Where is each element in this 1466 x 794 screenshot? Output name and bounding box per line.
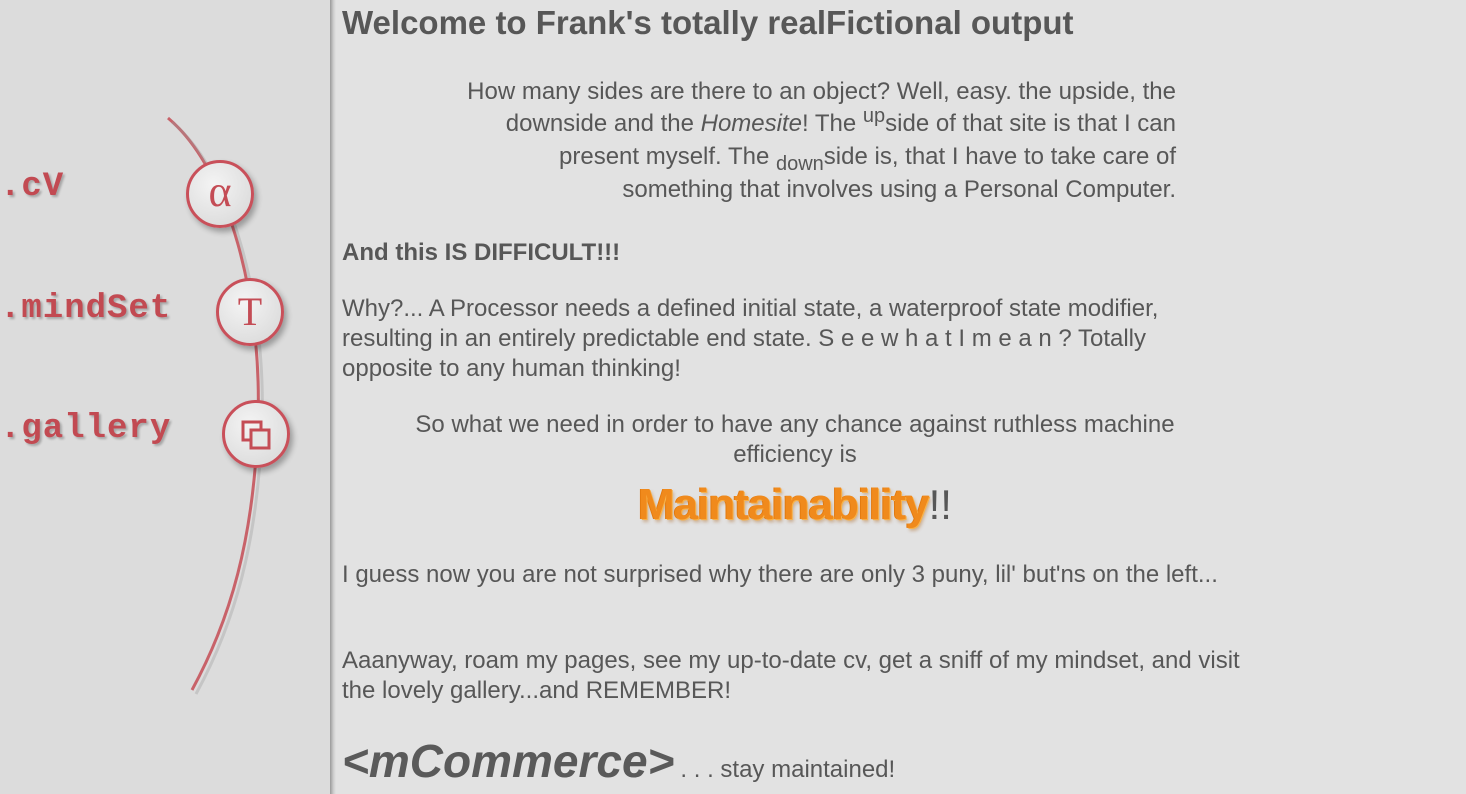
sidebar-nav: .cV α .mindSet T .gallery [0,0,330,794]
nav-cv-link[interactable]: .cV [0,168,64,206]
tagline-rest: . . . stay maintained! [680,756,896,783]
gallery-icon [241,420,271,450]
nav-gallery-button[interactable] [222,400,290,468]
decorative-arc [167,116,264,695]
mcommerce-tag: <mCommerce> [342,735,675,787]
t-icon: T [237,289,263,334]
alpha-icon: α [208,167,232,216]
nav-gallery-link[interactable]: .gallery [0,410,171,448]
difficult-heading: And this IS DIFFICULT!!! [342,239,621,266]
nav-mindset-link[interactable]: .mindSet [0,290,171,328]
page-title: Welcome to Frank's totally realFictional… [342,4,1074,41]
down-subscript: down [775,153,824,175]
intro-paragraph: How many sides are there to an object? W… [442,76,1176,206]
roam-paragraph: Aaanyway, roam my pages, see my up-to-da… [342,647,1240,704]
maintainability-logo: Maintainability [638,479,930,529]
homesite-emphasis: Homesite [700,110,802,137]
need-paragraph: So what we need in order to have any cha… [415,411,1175,468]
why-paragraph: Why?... A Processor needs a defined init… [342,295,1159,382]
buttons-note-paragraph: I guess now you are not surprised why th… [342,561,1218,588]
main-content: Welcome to Frank's totally realFictional… [342,0,1242,794]
tagline: <mCommerce>. . . stay maintained! [342,734,895,788]
nav-cv-button[interactable]: α [186,160,254,228]
maintainability-line: Maintainability!! [342,472,1248,535]
up-superscript: up [862,105,886,127]
sidebar-divider [330,0,336,794]
intro-text-2: ! The [801,110,863,137]
exclamation: !! [928,480,952,528]
nav-mindset-button[interactable]: T [216,278,284,346]
